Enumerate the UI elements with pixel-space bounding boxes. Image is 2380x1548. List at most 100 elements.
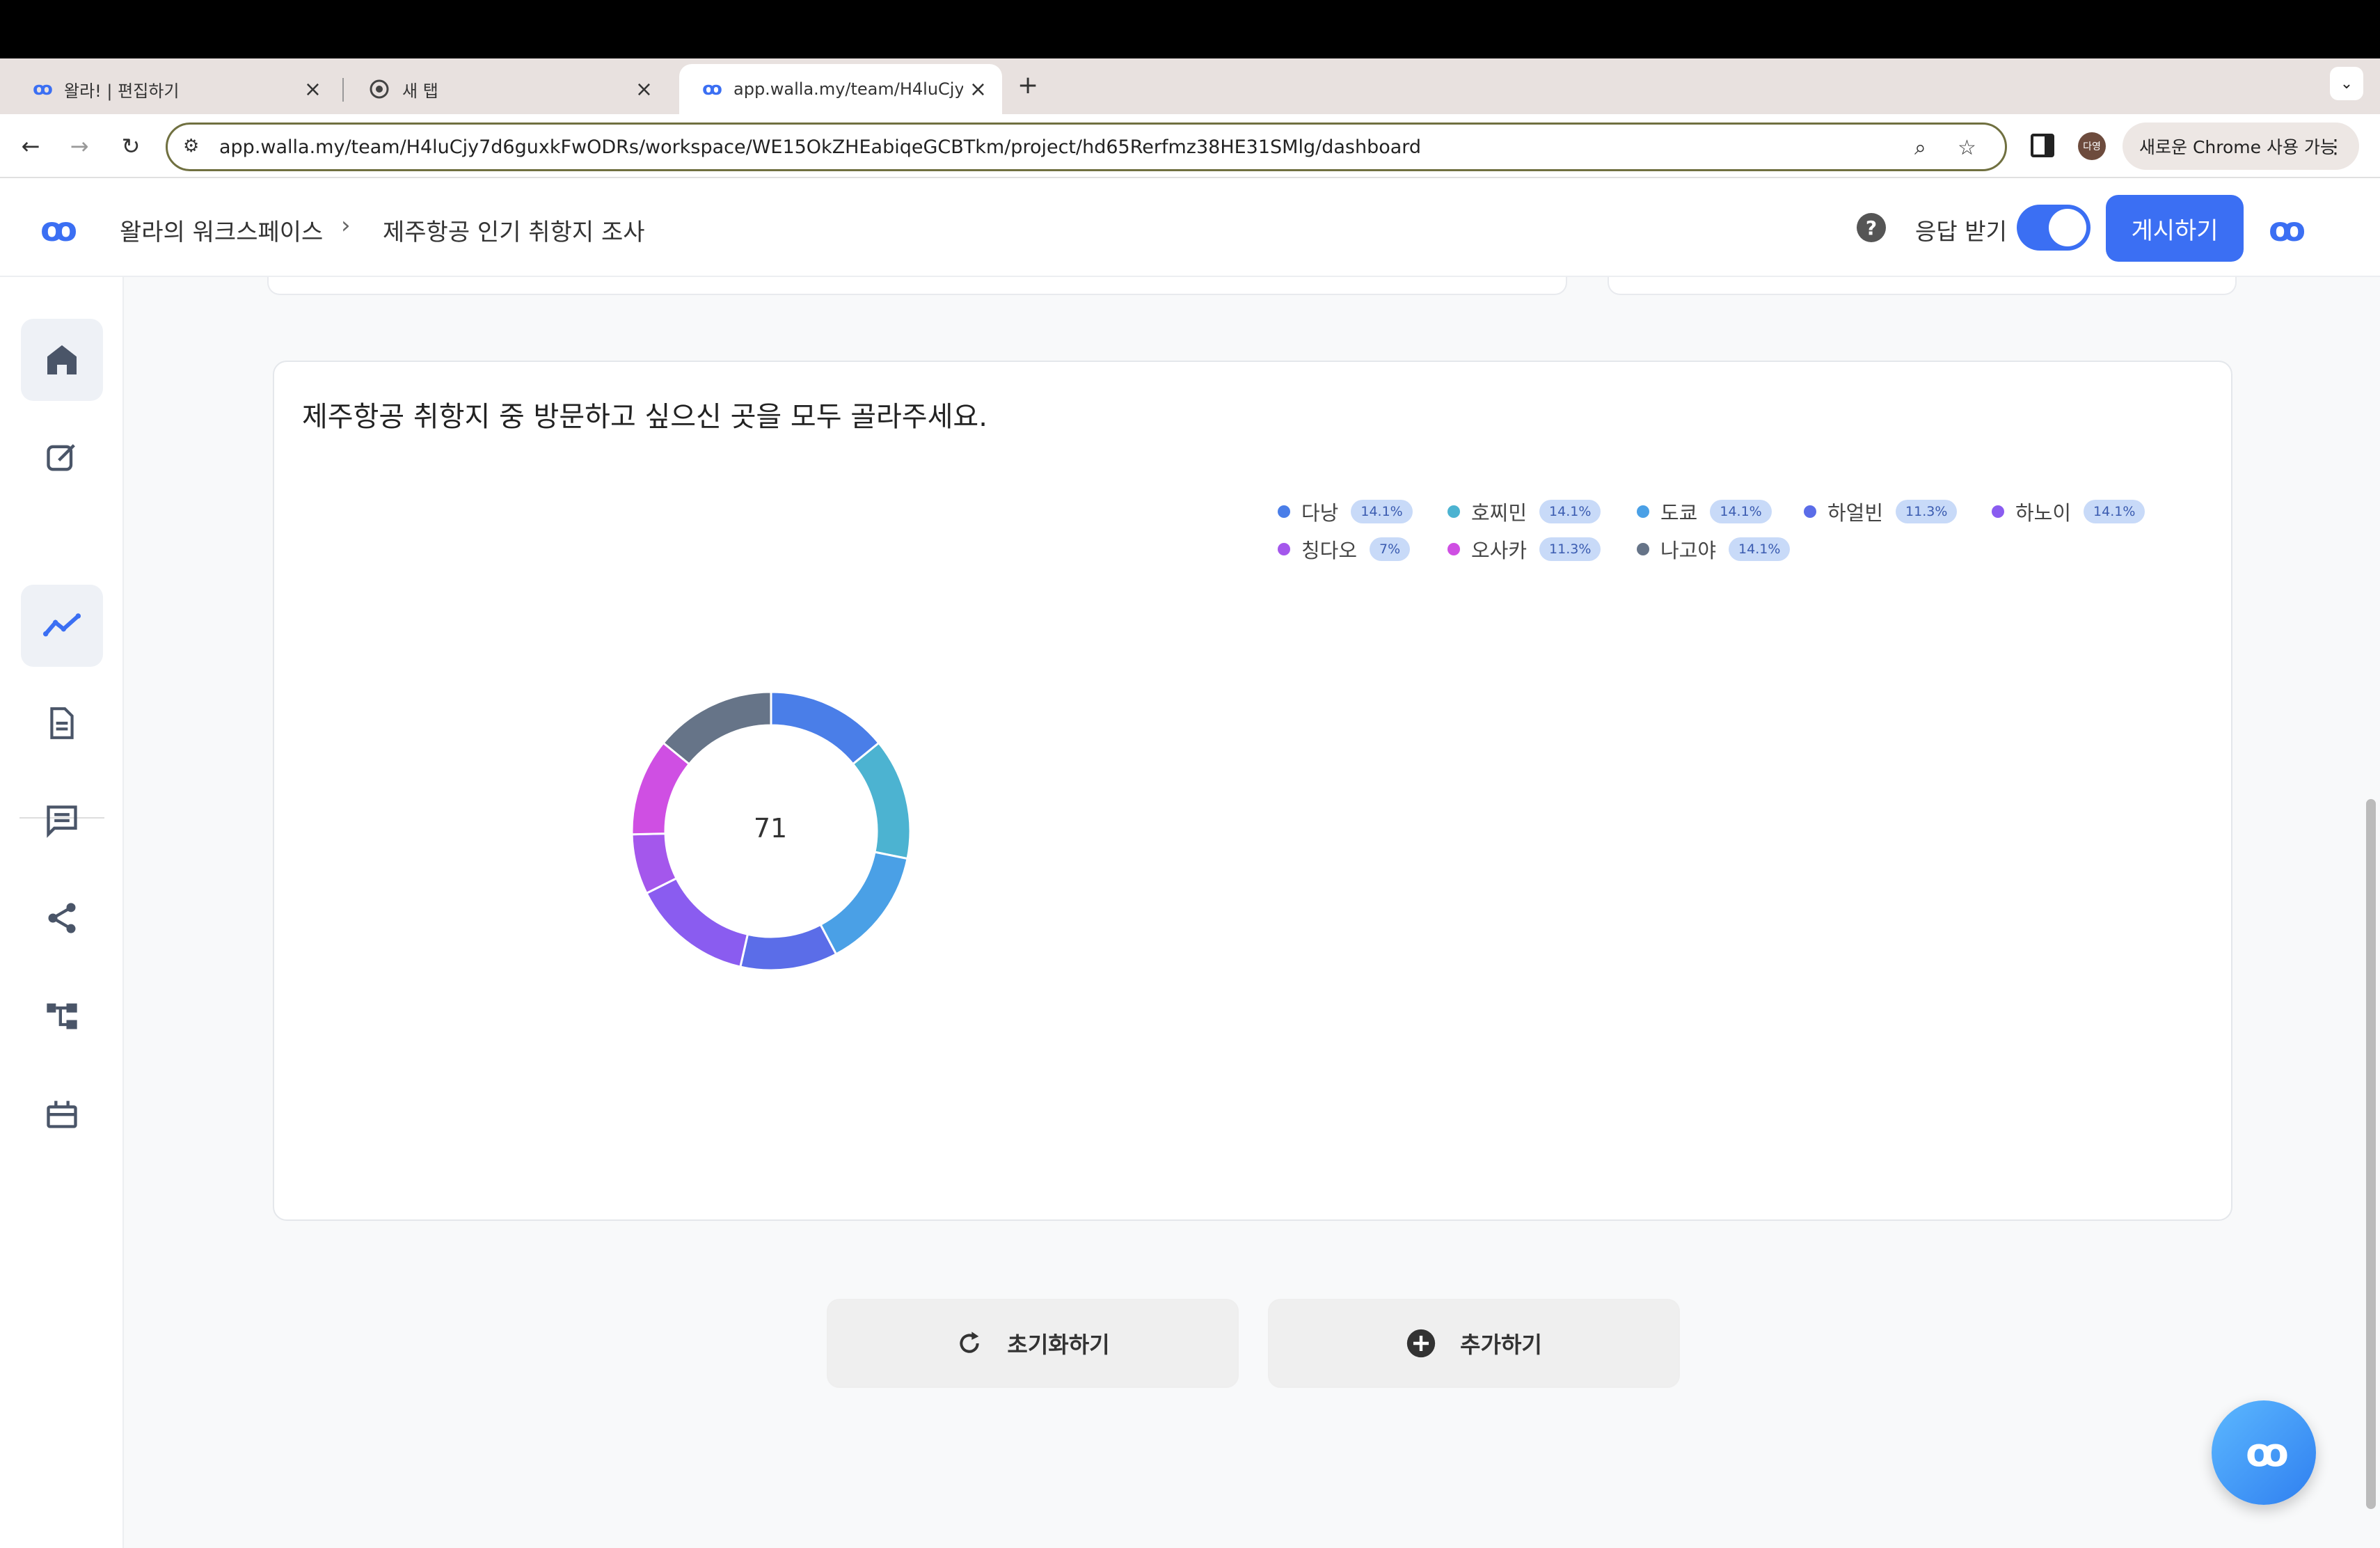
side-panel-icon[interactable] [2031,134,2054,157]
close-icon[interactable]: × [304,77,322,102]
url-text: app.walla.my/team/H4luCjy7d6guxkFwODRs/w… [219,136,1422,158]
previous-card-bottom [267,277,1567,295]
home-icon [47,345,77,374]
walla-logo-icon: ꝏ [702,79,722,100]
legend-dot [1637,543,1649,555]
legend-item: 칭다오 7% [1278,535,1411,564]
plus-circle-icon [1406,1328,1436,1359]
sidebar-item-edit[interactable] [21,416,103,498]
breadcrumb-workspace[interactable]: 왈라의 워크스페이스 [120,213,323,247]
donut-slice[interactable] [739,923,838,972]
tab-title: app.walla.my/team/H4luCjy7d [733,79,963,99]
help-icon[interactable]: ? [1857,213,1886,242]
legend-dot [1992,505,2004,518]
reset-button[interactable]: 초기화하기 [827,1299,1239,1388]
browser-tab-dashboard[interactable]: ꝏ app.walla.my/team/H4luCjy7d × [679,64,1002,114]
tab-title: 왈라! | 편집하기 [64,81,180,101]
sidebar-item-gift[interactable] [21,1072,103,1154]
reload-icon[interactable]: ↻ [116,131,146,161]
sidebar-item-share[interactable] [21,877,103,959]
legend-label: 하노이 [2015,501,2072,525]
question-title: 제주항공 취항지 중 방문하고 싶으신 곳을 모두 골라주세요. [302,401,987,433]
legend-percent-badge: 14.1% [2084,500,2145,523]
add-button[interactable]: 추가하기 [1268,1299,1680,1388]
tab-separator [342,78,344,102]
legend-item: 도쿄 14.1% [1637,497,1772,526]
refresh-icon [955,1329,983,1357]
chrome-icon [367,77,391,101]
legend-percent-badge: 14.1% [1729,537,1791,561]
document-icon [50,707,74,739]
tab-search-chevron-icon[interactable]: ⌄ [2330,67,2363,100]
legend-label: 호찌민 [1471,501,1528,525]
walla-logo-icon[interactable]: ꝏ [40,210,77,249]
trending-line-icon [42,613,81,637]
legend-label: 다낭 [1301,501,1339,525]
close-icon[interactable]: × [635,77,653,102]
legend-percent-badge: 11.3% [1896,500,1958,523]
donut-slice[interactable] [851,741,912,860]
chrome-update-label: 새로운 Chrome 사용 가능 [2139,137,2336,157]
legend-dot [1278,543,1290,555]
donut-slice[interactable] [819,851,909,956]
zoom-icon[interactable]: ⌕ [1914,136,1926,160]
gift-box-icon [47,1100,77,1128]
donut-slice[interactable] [662,690,772,766]
browser-tab-new[interactable]: 새 탭 × [348,64,668,114]
legend-percent-badge: 14.1% [1351,500,1413,523]
legend-percent-badge: 14.1% [1539,500,1601,523]
edit-icon [47,444,75,471]
chevron-right-icon: › [341,212,351,239]
tab-title: 새 탭 [402,81,438,101]
sidebar-item-dashboard[interactable] [21,585,103,667]
legend-label: 나고야 [1660,539,1717,562]
legend-label: 도쿄 [1660,501,1698,525]
new-tab-plus-icon[interactable]: + [1017,71,1038,100]
chrome-update-button[interactable]: 새로운 Chrome 사용 가능 ⋮ [2123,123,2359,170]
page-scrollbar[interactable] [2366,799,2376,1509]
question-result-card [273,361,2232,1221]
address-bar[interactable]: ⚙ app.walla.my/team/H4luCjy7d6guxkFwODRs… [166,123,2007,171]
sidebar-item-flow[interactable] [21,974,103,1057]
legend-dot [1447,505,1460,518]
receive-responses-label: 응답 받기 [1915,218,2007,245]
forward-arrow-icon[interactable]: → [64,131,95,161]
flow-tree-icon [47,1003,77,1029]
walla-logo-icon: ꝏ [33,79,53,100]
legend-dot [1447,543,1460,555]
donut-slice[interactable] [645,876,749,968]
reset-button-label: 초기화하기 [1007,1332,1110,1358]
close-icon[interactable]: × [969,77,987,102]
donut-slice[interactable] [770,690,880,766]
donut-total-label: 71 [753,813,788,844]
sidebar-item-responses[interactable] [21,780,103,862]
legend-label: 칭다오 [1301,539,1358,562]
bookmark-star-icon[interactable]: ☆ [1958,136,1976,160]
share-icon [48,903,76,933]
receive-responses-toggle[interactable] [2017,205,2091,251]
sidebar-item-document[interactable] [21,682,103,764]
legend-item: 나고야 14.1% [1637,535,1791,564]
comment-icon [47,805,77,838]
profile-avatar[interactable]: 다영 [2078,132,2106,160]
publish-button[interactable]: 게시하기 [2106,195,2244,262]
chat-fab-logo-icon[interactable]: ꝏ [2212,1400,2316,1505]
legend-item: 하얼빈 11.3% [1804,497,1958,526]
sidebar [0,277,124,1548]
breadcrumb-project[interactable]: 제주항공 인기 취항지 조사 [383,213,645,247]
legend-item: 다낭 14.1% [1278,497,1413,526]
browser-tab-editor[interactable]: ꝏ 왈라! | 편집하기 × [10,64,337,114]
more-vert-icon: ⋮ [2326,134,2345,158]
legend-label: 오사카 [1471,539,1528,562]
back-arrow-icon[interactable]: ← [15,131,46,161]
previous-card-bottom-right [1608,277,2237,295]
site-settings-icon[interactable]: ⚙ [183,136,199,157]
legend-item: 호찌민 14.1% [1447,497,1601,526]
legend-dot [1278,505,1290,518]
legend-dot [1637,505,1649,518]
legend-item: 하노이 14.1% [1992,497,2145,526]
legend-percent-badge: 14.1% [1710,500,1772,523]
sidebar-item-home[interactable] [21,319,103,401]
user-menu-logo-icon[interactable]: ꝏ [2269,210,2306,249]
legend-dot [1804,505,1816,518]
